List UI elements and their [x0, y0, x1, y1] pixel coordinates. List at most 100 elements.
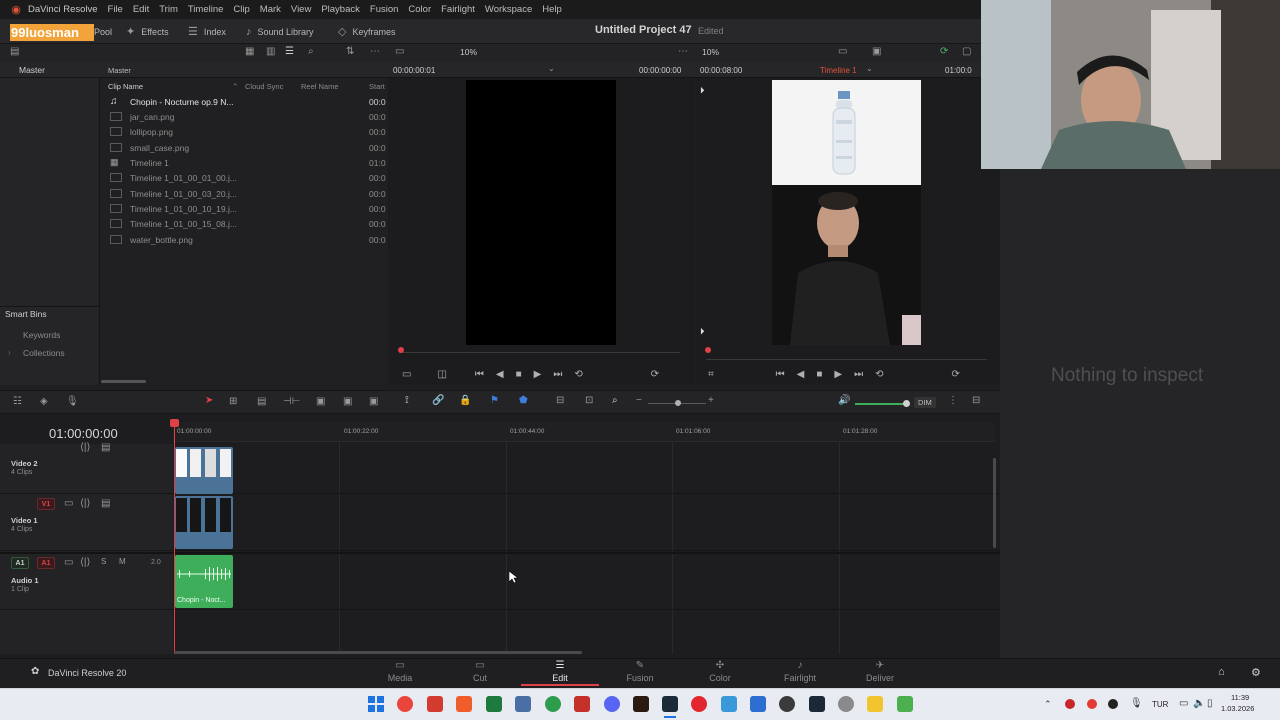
battery-icon[interactable]: ▯ [1207, 698, 1213, 709]
go-to-end-icon[interactable]: ⏭ [553, 369, 562, 380]
mark-out-icon[interactable]: ⏵ [700, 326, 705, 337]
menu-fairlight[interactable]: Fairlight [441, 4, 475, 15]
discord-icon[interactable] [604, 696, 620, 712]
network-icon[interactable]: ▭ [1179, 698, 1188, 709]
list-item[interactable]: ▦ Timeline 1 01:0 [110, 155, 386, 170]
menu-mark[interactable]: Mark [260, 4, 281, 15]
v1-clip-group[interactable] [175, 496, 233, 549]
smart-bin-collections[interactable]: Collections [23, 348, 65, 358]
media-pool-button[interactable]: Pool [94, 27, 112, 37]
zoom-detail-icon[interactable]: ⊡ [585, 395, 593, 406]
menu-file[interactable]: File [108, 4, 123, 15]
menu-fusion[interactable]: Fusion [370, 4, 399, 15]
track-label-a1[interactable]: A1 [37, 557, 55, 569]
linked-selection-icon[interactable]: 🔗 [432, 395, 444, 406]
loop-icon[interactable]: ⟲ [574, 369, 582, 380]
source-viewer-mode-icon[interactable]: ▭ [402, 369, 411, 380]
solo-button[interactable]: S [101, 557, 106, 566]
search-icon[interactable]: ⌕ [308, 46, 314, 57]
tl-stop-icon[interactable]: ■ [816, 369, 822, 380]
collections-expand-icon[interactable]: › [8, 348, 11, 357]
menu-clip[interactable]: Clip [233, 4, 249, 15]
timeline-playhead[interactable] [174, 424, 175, 654]
source-zoom[interactable]: 10% [460, 47, 477, 57]
menu-edit[interactable]: Edit [133, 4, 149, 15]
source-options-icon[interactable]: ⋯ [678, 46, 688, 57]
index-button[interactable]: ☰ Index [188, 19, 226, 44]
microphone-icon[interactable]: 🎙 [1130, 698, 1143, 709]
overwrite-clip-icon[interactable]: ▣ [343, 396, 352, 407]
trim-tool-icon[interactable]: ⊞ [229, 396, 237, 407]
menu-timeline[interactable]: Timeline [188, 4, 224, 15]
obs-icon[interactable] [779, 696, 795, 712]
timeline-zoom[interactable]: 10% [702, 47, 719, 57]
list-item[interactable]: lollipop.png 00:0 [110, 124, 386, 139]
lock-track-icon[interactable]: ▭ [64, 498, 73, 509]
tray-overflow-icon[interactable]: ⌃ [1044, 699, 1052, 710]
page-fusion[interactable]: ✎ Fusion [615, 660, 665, 683]
panel-toggle-icon[interactable]: ⊟ [972, 395, 980, 406]
list-item[interactable]: Timeline 1_01_00_03_20.j... 00:0 [110, 186, 386, 201]
menu-trim[interactable]: Trim [159, 4, 178, 15]
filezilla-icon[interactable] [574, 696, 590, 712]
tray-record-icon[interactable] [1087, 699, 1097, 709]
track-label-a1-source[interactable]: A1 [11, 557, 29, 569]
tl-go-to-start-icon[interactable]: ⏮ [776, 369, 785, 380]
play-icon[interactable]: ▶ [534, 369, 542, 380]
list-view-icon[interactable]: ☰ [285, 46, 294, 57]
timeline-dropdown-icon[interactable]: ⌄ [866, 64, 873, 73]
tray-steam-icon[interactable] [1108, 699, 1118, 709]
list-item[interactable]: water_bottle.png 00:0 [110, 232, 386, 247]
list-item[interactable]: small_case.png 00:0 [110, 140, 386, 155]
menu-help[interactable]: Help [542, 4, 562, 15]
auto-select-icon[interactable]: ⟨|⟩ [80, 442, 90, 453]
viewer-layout-icon[interactable]: ▭ [395, 46, 404, 57]
source-playhead[interactable] [398, 347, 404, 353]
volume-icon[interactable]: 🔊 [838, 395, 850, 406]
windows-start-icon[interactable] [368, 696, 384, 712]
fullscreen-icon[interactable]: ▢ [962, 46, 971, 57]
steam-icon[interactable] [809, 696, 825, 712]
outlook-icon[interactable] [750, 696, 766, 712]
audio-meter-icon[interactable]: ◈ [40, 396, 48, 407]
insert-clip-icon[interactable]: ▣ [316, 396, 325, 407]
volume-slider[interactable] [855, 403, 906, 405]
replace-clip-icon[interactable]: ▣ [369, 396, 378, 407]
keyboard-language[interactable]: TUR [1152, 700, 1168, 709]
v2-clip-group[interactable] [175, 447, 233, 494]
mute-button[interactable]: M [119, 557, 126, 566]
zoom-slider-handle[interactable] [675, 400, 681, 406]
flag-icon[interactable]: ⚑ [490, 395, 499, 406]
file-explorer-icon[interactable] [867, 696, 883, 712]
page-cut[interactable]: ▭ Cut [455, 660, 505, 683]
col-start[interactable]: Start [369, 80, 385, 94]
home-icon[interactable]: ⌂ [1218, 666, 1225, 678]
photos-icon[interactable] [721, 696, 737, 712]
position-lock-icon[interactable]: 🔒 [459, 395, 471, 406]
tl-match-frame-icon[interactable]: ⟳ [951, 369, 959, 380]
blade-tool-icon[interactable]: ⊣⊢ [283, 396, 300, 407]
list-item[interactable]: ♫ Chopin - Nocturne op.9 N... 00:0 [110, 94, 386, 109]
menu-playback[interactable]: Playback [321, 4, 360, 15]
mark-in-icon[interactable]: ⏵ [700, 85, 705, 96]
list-item[interactable]: Timeline 1_01_00_10_19.j... 00:0 [110, 201, 386, 216]
clock-time[interactable]: 11:39 [1231, 693, 1249, 702]
stop-icon[interactable]: ■ [516, 369, 522, 380]
menu-color[interactable]: Color [408, 4, 431, 15]
menu-workspace[interactable]: Workspace [485, 4, 532, 15]
record-icon[interactable] [691, 696, 707, 712]
settings-gear-icon[interactable]: ⚙ [1251, 666, 1261, 679]
timeline-options-icon[interactable]: ☷ [13, 396, 22, 407]
clock-date[interactable]: 1.03.2026 [1221, 704, 1254, 713]
vivaldi-icon[interactable] [427, 696, 443, 712]
davinci-resolve-icon[interactable] [662, 696, 678, 712]
timeline-ruler[interactable]: 01:00:00:00 01:00:22:00 01:00:44:00 01:0… [173, 422, 995, 442]
terminal-icon[interactable] [486, 696, 502, 712]
page-edit[interactable]: ☰ Edit [535, 660, 585, 683]
track-output-icon[interactable]: ▤ [101, 442, 110, 453]
sound-library-button[interactable]: ♪ Sound Library [246, 19, 314, 44]
zoom-out-icon[interactable]: − [636, 395, 642, 406]
col-reel-name[interactable]: Reel Name [301, 80, 339, 94]
page-fairlight[interactable]: ♪ Fairlight [775, 660, 825, 683]
tl-go-to-end-icon[interactable]: ⏭ [854, 369, 863, 380]
